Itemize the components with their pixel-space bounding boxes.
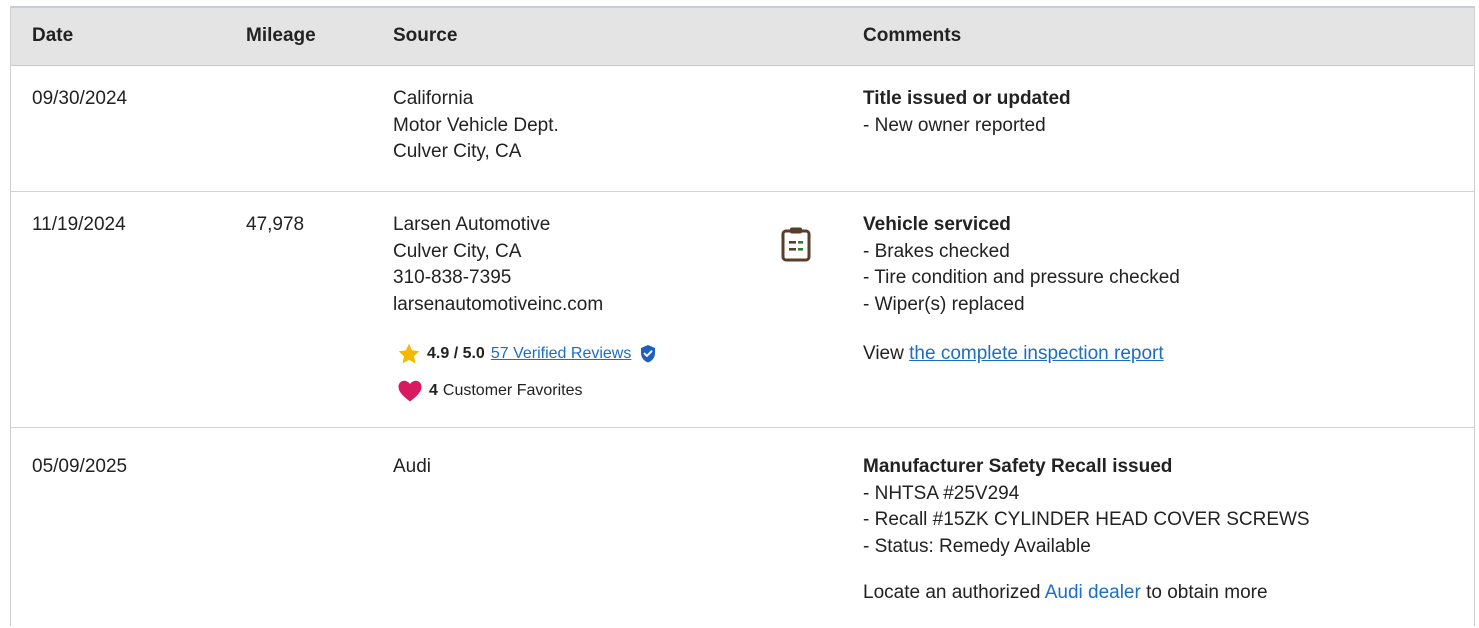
source-line: California xyxy=(393,88,474,109)
mileage-cell: 47,978 xyxy=(246,214,305,235)
column-header-comments: Comments xyxy=(863,25,962,46)
favorites-label: Customer Favorites xyxy=(442,382,583,399)
source-cell: California Motor Vehicle Dept. Culver Ci… xyxy=(393,86,559,166)
source-cell: Audi xyxy=(393,454,431,481)
source-line: Culver City, CA xyxy=(393,141,522,162)
rating-value: 4.9 / 5.0 xyxy=(427,345,485,362)
inspection-report-link[interactable]: the complete inspection report xyxy=(909,343,1164,364)
source-line: larsenautomotiveinc.com xyxy=(393,293,604,315)
comment-line: - Tire condition and pressure checked xyxy=(863,267,1180,288)
comment-title: Vehicle serviced xyxy=(863,214,1011,235)
audi-dealer-link[interactable]: Audi dealer xyxy=(1045,582,1141,603)
column-header-date: Date xyxy=(32,25,74,46)
comment-line: - Recall #15ZK CYLINDER HEAD COVER SCREW… xyxy=(863,509,1310,530)
comments-cell: Vehicle serviced - Brakes checked - Tire… xyxy=(863,212,1180,368)
table-header: Date Mileage Source Comments xyxy=(11,8,1474,66)
clipboard-icon xyxy=(781,227,811,262)
table-row: 11/19/2024 47,978 Larsen Automotive Culv… xyxy=(11,192,1474,428)
inspection-report-line: View the complete inspection report xyxy=(863,341,1180,368)
comment-line: - Wiper(s) replaced xyxy=(863,293,1025,315)
rating-line: 4.9 / 5.0 57 Verified Reviews xyxy=(397,342,657,366)
comment-line: - Brakes checked xyxy=(863,240,1010,262)
date-cell: 09/30/2024 xyxy=(32,88,128,109)
favorites-line: 4 Customer Favorites xyxy=(397,379,583,403)
source-line: Larsen Automotive xyxy=(393,214,551,235)
source-line: 310-838-7395 xyxy=(393,267,512,288)
comment-line: - NHTSA #25V294 xyxy=(863,482,1020,504)
locate-suffix: to obtain more xyxy=(1146,582,1268,603)
verified-badge-icon xyxy=(641,345,656,363)
favorites-count: 4 xyxy=(429,382,438,399)
comment-title: Title issued or updated xyxy=(863,88,1071,109)
verified-reviews-link[interactable]: 57 Verified Reviews xyxy=(491,345,632,363)
comment-title: Manufacturer Safety Recall issued xyxy=(863,456,1173,477)
source-line: Culver City, CA xyxy=(393,240,522,262)
locate-prefix: Locate an authorized xyxy=(863,582,1041,603)
comment-line: - New owner reported xyxy=(863,114,1046,136)
view-prefix: View xyxy=(863,343,904,364)
heart-icon xyxy=(398,380,422,402)
comments-cell: Manufacturer Safety Recall issued - NHTS… xyxy=(863,454,1310,607)
source-line: Audi xyxy=(393,456,432,477)
date-cell: 11/19/2024 xyxy=(32,214,126,235)
table-row: 05/09/2025 Audi Manufacturer Safety Reca… xyxy=(11,428,1474,628)
table-row: 09/30/2024 California Motor Vehicle Dept… xyxy=(11,65,1474,192)
source-line: Motor Vehicle Dept. xyxy=(393,114,559,136)
date-cell: 05/09/2025 xyxy=(32,456,128,477)
source-cell: Larsen Automotive Culver City, CA 310-83… xyxy=(393,212,603,318)
column-header-mileage: Mileage xyxy=(246,25,316,46)
comments-cell: Title issued or updated - New owner repo… xyxy=(863,86,1071,139)
column-header-source: Source xyxy=(393,25,458,46)
star-icon xyxy=(398,343,420,364)
vehicle-history-table: Date Mileage Source Comments 09/30/2024 … xyxy=(10,6,1475,626)
locate-dealer-line: Locate an authorized Audi dealer to obta… xyxy=(863,580,1310,607)
comment-line: - Status: Remedy Available xyxy=(863,535,1091,557)
